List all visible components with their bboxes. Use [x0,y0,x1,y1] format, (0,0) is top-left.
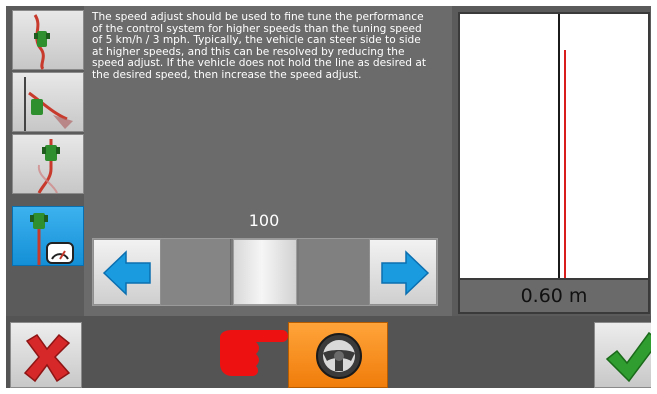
tractor-speedometer-icon [30,213,74,265]
settings-panel: The speed adjust should be used to fine … [84,6,452,316]
cancel-button[interactable] [10,322,82,388]
mode-tab-approach-tuning[interactable] [12,72,84,132]
arrow-right-icon [381,250,430,296]
help-description: The speed adjust should be used to fine … [92,11,426,81]
speed-adjust-value: 100 [248,211,280,230]
bottom-toolbar [6,316,651,388]
pointing-hand-icon [220,330,288,376]
steering-wheel-icon [316,333,362,379]
cross-track-graph [458,12,650,280]
guidance-line [558,14,560,278]
tuning-screen: The speed adjust should be used to fine … [6,6,651,388]
arrow-left-icon [102,250,151,296]
slider-track-left[interactable] [161,239,231,305]
speed-adjust-slider[interactable] [92,238,438,306]
tractor-path-icon [33,14,50,71]
confirm-button[interactable] [594,322,651,388]
engage-steering-button[interactable] [288,322,388,388]
decrease-button[interactable] [93,239,161,305]
mode-tab-online-tuning[interactable] [12,134,84,194]
slider-thumb[interactable] [233,239,297,305]
offset-readout: 0.60 m [458,280,650,314]
mode-tab-line-tuning[interactable] [12,10,84,71]
mode-tab-speed-adjust[interactable] [12,206,84,266]
vehicle-track-line [564,50,566,278]
red-x-icon [23,333,71,383]
slider-track-right[interactable] [299,239,371,305]
green-checkmark-icon [605,331,651,383]
tractor-approach-icon [24,77,73,131]
tractor-curve-icon [37,139,60,194]
increase-button[interactable] [369,239,437,305]
